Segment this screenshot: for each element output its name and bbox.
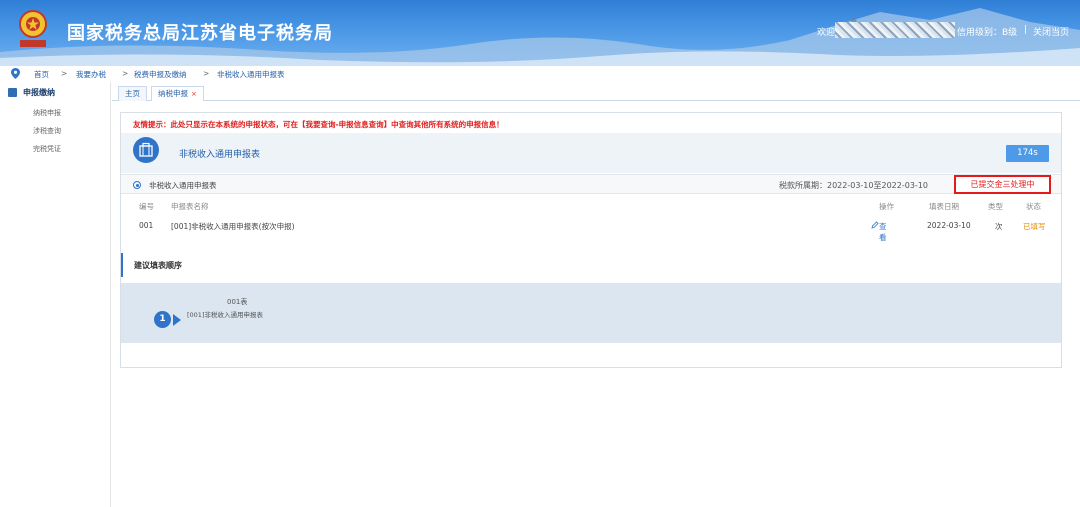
notice-text: 友情提示：此处只显示在本系统的申报状态，可在【我要查询-申报信息查询】中查询其他… [133,120,504,129]
breadcrumb-tax[interactable]: 我要办税 [76,69,106,80]
header-separator: | [1024,25,1028,35]
site-title: 国家税务总局江苏省电子税务局 [67,23,333,44]
breadcrumb-sep: > [122,69,129,78]
tab-tax-declare[interactable]: 纳税申报 × [151,86,204,101]
tab-home[interactable]: 主页 [118,86,147,101]
form-title: 非税收入通用申报表 [179,150,261,160]
form-banner: 非税收入通用申报表 174s [121,133,1061,173]
location-pin-icon [11,68,20,79]
tab-bar: 主页 纳税申报 × [112,82,1080,101]
breadcrumb-sep: > [203,69,210,78]
row-name: [001]非税收入通用申报表(按次申报) [171,222,295,231]
close-page-link[interactable]: 关闭当页 [1033,25,1069,38]
form-icon [133,137,159,163]
fill-order-steps: 1 001表 [001]非税收入通用申报表 [121,283,1061,343]
masked-username [835,22,955,38]
breadcrumb-home[interactable]: 首页 [34,69,49,80]
edit-pencil-icon [871,221,879,229]
col-name: 申报表名称 [171,202,209,211]
breadcrumb-declare[interactable]: 税费申报及缴纳 [134,69,187,80]
step-name[interactable]: [001]非税收入通用申报表 [187,309,263,319]
form-radio-label: 非税收入通用申报表 [149,181,217,190]
close-icon[interactable]: × [191,90,197,98]
row-status: 已填写 [1023,222,1046,231]
row-date: 2022-03-10 [927,221,971,230]
breadcrumb-current: 非税收入通用申报表 [217,70,285,79]
sidebar-item-tax-certificate[interactable]: 完税凭证 [33,144,61,154]
form-radio[interactable] [133,181,141,189]
header-banner: 国家税务总局江苏省电子税务局 欢迎 信用级别：B级 | 关闭当页 [0,0,1080,66]
breadcrumb: 首页 > 我要办税 > 税费申报及缴纳 > 非税收入通用申报表 [0,66,1080,82]
form-selection-row: 非税收入通用申报表 税款所属期：2022-03-10至2022-03-10 已提… [121,174,1061,194]
step-code[interactable]: 001表 [227,297,247,307]
col-status: 状态 [1026,202,1041,211]
col-action: 操作 [879,202,894,211]
fill-order-heading: 建议填表顺序 [121,253,1061,277]
table-row: 001 [001]非税收入通用申报表(按次申报) 查看 2022-03-10 次… [121,221,1061,242]
briefcase-icon [139,142,153,157]
sidebar-item-tax-query[interactable]: 涉税查询 [33,126,61,136]
sidebar-heading[interactable]: 申报缴纳 [23,87,55,98]
tax-emblem-icon [19,10,47,47]
breadcrumb-sep: > [61,69,68,78]
declare-menu-icon [8,88,17,97]
col-id: 编号 [139,202,154,211]
declaration-panel: 友情提示：此处只显示在本系统的申报状态，可在【我要查询-申报信息查询】中查询其他… [120,112,1062,368]
row-type: 次 [995,222,1003,231]
col-type: 类型 [988,202,1003,211]
col-date: 填表日期 [929,202,959,211]
sidebar-item-tax-declare[interactable]: 纳税申报 [33,108,61,118]
credit-level: 信用级别：B级 [957,28,1018,38]
table-header: 编号 申报表名称 操作 填表日期 类型 状态 [121,201,1061,213]
sidebar: 申报缴纳 纳税申报 涉税查询 完税凭证 [0,82,111,507]
tax-period: 税款所属期：2022-03-10至2022-03-10 [779,181,928,190]
countdown-timer: 174s [1006,145,1049,162]
step-arrow-icon [173,314,181,326]
view-button[interactable]: 查看 [871,221,887,242]
row-id: 001 [139,221,154,230]
welcome-text: 欢迎 [817,28,836,38]
step-number[interactable]: 1 [154,311,171,328]
status-badge: 已提交金三处理中 [954,175,1051,194]
